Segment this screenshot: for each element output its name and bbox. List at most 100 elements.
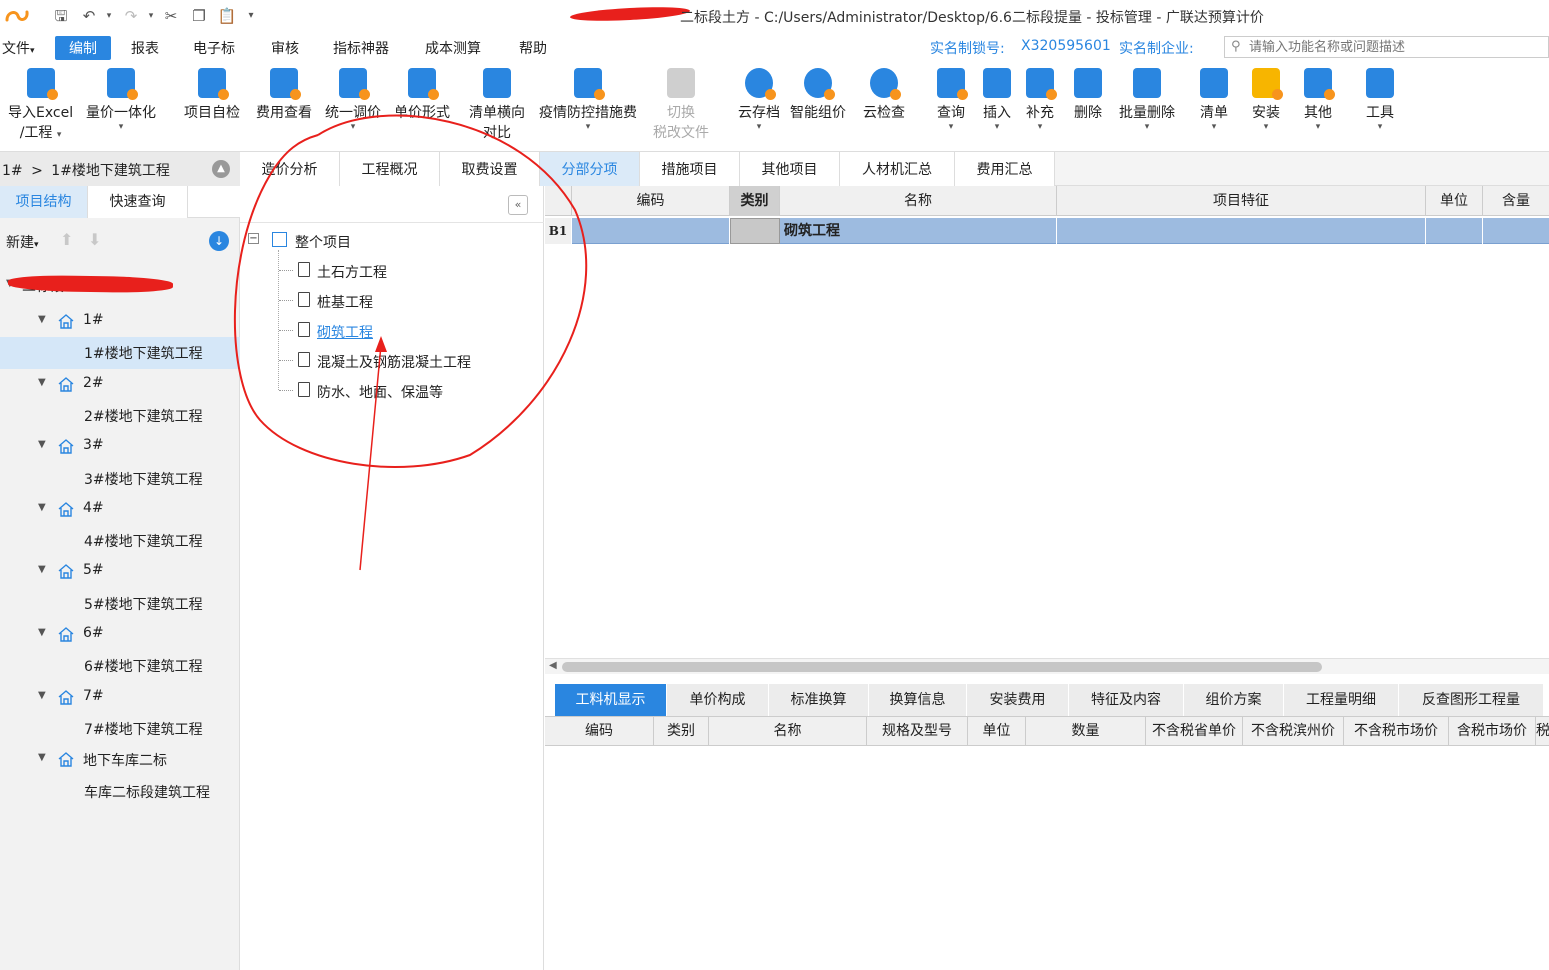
cell-category[interactable] — [730, 218, 780, 244]
tab-project-structure[interactable]: 项目结构 — [0, 186, 88, 218]
bottom-header-price-binzhou[interactable]: 不含税滨州价 — [1243, 717, 1344, 746]
expand-arrow-icon[interactable]: ▼ — [38, 314, 46, 325]
menu-report[interactable]: 报表 — [131, 38, 159, 58]
switch-tax-button[interactable]: 切换 税改文件 — [653, 68, 709, 142]
bottom-header-price-province[interactable]: 不含税省单价 — [1146, 717, 1243, 746]
section-tree-item[interactable]: 防水、地面、保温等 — [240, 378, 544, 408]
tree-leaf-row[interactable]: 1#楼地下建筑工程 — [0, 337, 240, 369]
horizontal-scrollbar[interactable]: ◀ — [545, 658, 1549, 674]
copy-icon[interactable]: ❐ — [188, 6, 210, 26]
menu-help[interactable]: 帮助 — [519, 38, 547, 58]
tree-unit-row[interactable]: ▼ 5# — [0, 556, 240, 588]
tab-quick-query[interactable]: 快速查询 — [88, 186, 188, 218]
epidemic-fee-button[interactable]: 疫情防控措施费 ▾ — [539, 68, 637, 132]
tab-quantity-detail[interactable]: 工程量明细 — [1284, 684, 1399, 716]
expand-arrow-icon[interactable]: ▼ — [38, 439, 46, 450]
expand-arrow-icon[interactable]: ▼ — [38, 377, 46, 388]
tree-leaf-row[interactable]: 6#楼地下建筑工程 — [0, 650, 240, 682]
menu-review[interactable]: 审核 — [271, 38, 299, 58]
download-icon[interactable]: ↓ — [209, 231, 229, 251]
tab-cost-analysis[interactable]: 造价分析 — [240, 152, 340, 186]
list-compare-button[interactable]: 清单横向 对比 — [469, 68, 525, 142]
grid-header-unit[interactable]: 单位 — [1426, 186, 1483, 216]
menu-file[interactable]: 文件▾ — [2, 38, 35, 58]
cell-feature[interactable] — [1057, 218, 1426, 244]
list-button[interactable]: 清单 ▾ — [1200, 68, 1228, 132]
scroll-left-icon[interactable]: ◀ — [549, 660, 557, 671]
tools-button[interactable]: 工具 ▾ — [1366, 68, 1394, 132]
tree-unit-row[interactable]: ▼ 地下车库二标 — [0, 744, 240, 776]
query-button[interactable]: 查询 ▾ — [937, 68, 968, 132]
grid-header-name[interactable]: 名称 — [780, 186, 1057, 216]
unified-price-button[interactable]: 统一调价 ▾ — [325, 68, 381, 132]
supplement-button[interactable]: 补充 ▾ — [1026, 68, 1057, 132]
tab-other-items[interactable]: 其他项目 — [740, 152, 840, 186]
bottom-header-name[interactable]: 名称 — [709, 717, 867, 746]
tab-sub-items[interactable]: 分部分项 — [540, 152, 640, 186]
bottom-header-spec[interactable]: 规格及型号 — [867, 717, 968, 746]
tree-unit-row[interactable]: ▼ 3# — [0, 431, 240, 463]
table-row[interactable]: B1 砌筑工程 — [545, 218, 1549, 244]
tree-unit-row[interactable]: ▼ 7# — [0, 682, 240, 714]
grid-header-qty[interactable]: 含量 — [1483, 186, 1549, 216]
tab-reverse-check-graphic[interactable]: 反查图形工程量 — [1399, 684, 1544, 716]
breadcrumb-current[interactable]: 1#楼地下建筑工程 — [51, 163, 170, 179]
expand-arrow-icon[interactable]: ▼ — [38, 564, 46, 575]
cell-qty[interactable] — [1483, 218, 1549, 244]
tree-unit-row[interactable]: ▼ 1# — [0, 306, 240, 338]
section-tree-root[interactable]: − 整个项目 — [240, 228, 544, 258]
other-button[interactable]: 其他 ▾ — [1304, 68, 1335, 132]
redo-dropdown-icon[interactable]: ▾ — [140, 6, 162, 26]
section-tree-item[interactable]: 土石方工程 — [240, 258, 544, 288]
tab-labor-material-summary[interactable]: 人材机汇总 — [840, 152, 955, 186]
undo-dropdown-icon[interactable]: ▾ — [98, 6, 120, 26]
insert-button[interactable]: 插入 ▾ — [983, 68, 1011, 132]
expand-arrow-icon[interactable]: ▼ — [38, 690, 46, 701]
collapse-left-icon[interactable]: « — [508, 195, 528, 215]
save-icon[interactable]: 🖫 — [50, 6, 72, 26]
customize-toolbar-icon[interactable]: ▾ — [240, 6, 262, 26]
tab-pricing-plan[interactable]: 组价方案 — [1184, 684, 1284, 716]
tree-root-row[interactable]: ▼ 二标段 — [0, 270, 240, 302]
menu-index-tool[interactable]: 指标神器 — [333, 38, 389, 58]
tab-install-fee[interactable]: 安装费用 — [967, 684, 1069, 716]
grid-header-code[interactable]: 编码 — [572, 186, 730, 216]
function-search-input[interactable] — [1249, 38, 1544, 56]
bottom-header-category[interactable]: 类别 — [654, 717, 709, 746]
tab-conversion-info[interactable]: 换算信息 — [869, 684, 967, 716]
cut-icon[interactable]: ✂ — [160, 6, 182, 26]
delete-button[interactable]: 删除 — [1074, 68, 1102, 122]
tree-unit-row[interactable]: ▼ 6# — [0, 619, 240, 651]
tree-unit-row[interactable]: ▼ 2# — [0, 369, 240, 401]
grid-header-category[interactable]: 类别 — [730, 186, 780, 216]
tab-measures[interactable]: 措施项目 — [640, 152, 740, 186]
tree-leaf-row[interactable]: 2#楼地下建筑工程 — [0, 400, 240, 432]
tab-labor-material-display[interactable]: 工料机显示 — [555, 684, 667, 716]
smart-price-button[interactable]: 智能组价 — [790, 68, 846, 122]
bottom-header-code[interactable]: 编码 — [545, 717, 654, 746]
breadcrumb-root[interactable]: 1# — [2, 163, 23, 179]
new-button[interactable]: 新建▾ — [6, 232, 39, 252]
menu-edit[interactable]: 编制 — [55, 36, 111, 60]
tree-leaf-row[interactable]: 3#楼地下建筑工程 — [0, 463, 240, 495]
tab-project-overview[interactable]: 工程概况 — [340, 152, 440, 186]
paste-icon[interactable]: 📋 — [216, 6, 238, 26]
bottom-header-market-price[interactable]: 不含税市场价 — [1344, 717, 1449, 746]
collapse-box-icon[interactable]: − — [248, 233, 259, 244]
unit-price-form-button[interactable]: 单价形式 — [394, 68, 450, 122]
tab-fee-summary[interactable]: 费用汇总 — [955, 152, 1055, 186]
menu-e-bid[interactable]: 电子标 — [193, 38, 235, 58]
undo-icon[interactable]: ↶ — [78, 6, 100, 26]
tree-leaf-row[interactable]: 5#楼地下建筑工程 — [0, 588, 240, 620]
bottom-header-unit[interactable]: 单位 — [968, 717, 1026, 746]
grid-header-feature[interactable]: 项目特征 — [1057, 186, 1426, 216]
quantity-price-button[interactable]: 量价一体化 ▾ — [86, 68, 156, 132]
section-tree-item[interactable]: 混凝土及钢筋混凝土工程 — [240, 348, 544, 378]
expand-arrow-icon[interactable]: ▼ — [38, 627, 46, 638]
move-up-icon[interactable]: ⬆ — [60, 230, 73, 249]
tree-leaf-row[interactable]: 7#楼地下建筑工程 — [0, 713, 240, 745]
tab-unit-price-composition[interactable]: 单价构成 — [667, 684, 769, 716]
tab-standard-conversion[interactable]: 标准换算 — [769, 684, 869, 716]
section-tree-item[interactable]: 砌筑工程 — [240, 318, 544, 348]
tab-fee-settings[interactable]: 取费设置 — [440, 152, 540, 186]
